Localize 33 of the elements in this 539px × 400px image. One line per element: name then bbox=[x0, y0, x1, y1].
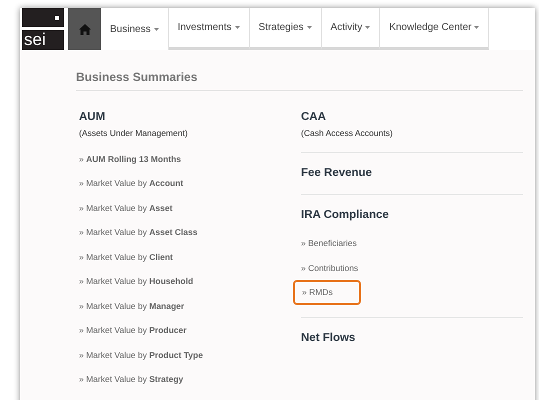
home-tab[interactable] bbox=[68, 8, 101, 50]
caret-icon bbox=[154, 28, 159, 30]
report-link[interactable]: » Market Value by Product Type bbox=[79, 350, 203, 360]
caret-icon bbox=[234, 26, 240, 29]
section-heading: Business Summaries bbox=[76, 68, 523, 91]
section-title: Net Flows bbox=[301, 330, 356, 346]
report-link[interactable]: » Market Value by Household bbox=[79, 276, 194, 287]
caret-icon bbox=[474, 26, 480, 29]
section-subtitle: (Cash Access Accounts) bbox=[301, 127, 394, 140]
section-title: AUM bbox=[79, 110, 106, 125]
nav-tab[interactable]: Strategies bbox=[250, 8, 322, 50]
report-link[interactable]: » AUM Rolling 13 Months bbox=[79, 154, 182, 164]
report-link[interactable]: » Market Value by Client bbox=[79, 252, 173, 262]
section-title: IRA Compliance bbox=[301, 208, 390, 224]
report-link[interactable]: » Market Value by Asset bbox=[79, 202, 172, 214]
report-link[interactable]: » Contributions bbox=[301, 262, 358, 274]
report-link[interactable]: » RMDs bbox=[293, 280, 361, 304]
caret-icon bbox=[365, 26, 370, 29]
report-link[interactable]: » Market Value by Strategy bbox=[79, 374, 184, 385]
section-subtitle: (Assets Under Management) bbox=[79, 127, 189, 140]
section-title: CAA bbox=[301, 110, 327, 125]
report-link[interactable]: » Market Value by Account bbox=[79, 178, 184, 189]
nav-tab[interactable]: Activity bbox=[322, 8, 380, 50]
nav-tab[interactable]: Investments bbox=[168, 8, 250, 50]
logo: sei bbox=[22, 30, 64, 50]
report-link[interactable]: » Market Value by Manager bbox=[79, 300, 184, 312]
report-link[interactable]: » Market Value by Asset Class bbox=[79, 227, 198, 238]
section-title: Fee Revenue bbox=[301, 166, 373, 181]
report-link[interactable]: » Beneficiaries bbox=[301, 238, 357, 249]
report-link[interactable]: » Market Value by Producer bbox=[79, 325, 187, 336]
nav-tab[interactable]: Knowledge Center bbox=[380, 8, 490, 50]
caret-icon bbox=[306, 26, 312, 29]
home-icon bbox=[78, 24, 90, 34]
